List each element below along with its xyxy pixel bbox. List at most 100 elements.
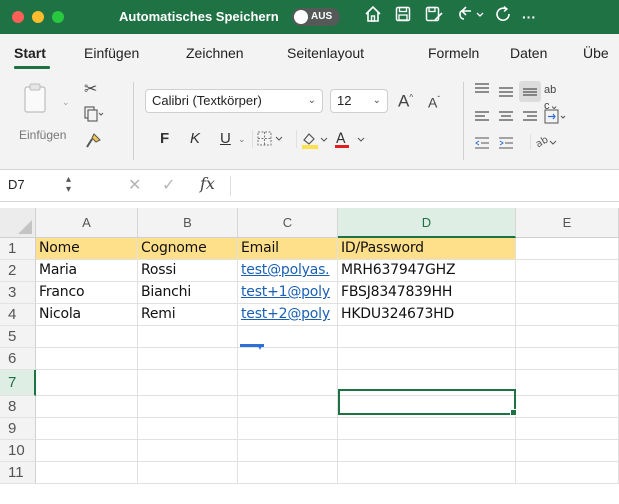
confirm-icon[interactable]: ✓ bbox=[162, 175, 175, 195]
close-window-button[interactable] bbox=[12, 11, 24, 23]
column-header-c[interactable]: C bbox=[238, 208, 338, 238]
cell-e1[interactable] bbox=[516, 238, 619, 260]
cell-b3[interactable]: Bianchi bbox=[138, 282, 238, 304]
tab-zeichnen[interactable]: Zeichnen bbox=[186, 45, 244, 61]
cell-b4[interactable]: Remi bbox=[138, 304, 238, 326]
font-name-select[interactable]: Calibri (Textkörper) ⌄ bbox=[145, 89, 323, 113]
cell-c3[interactable]: test+1@poly bbox=[238, 282, 338, 304]
align-right-icon[interactable] bbox=[522, 110, 538, 127]
cell-e11[interactable] bbox=[516, 462, 619, 484]
grow-font-icon[interactable]: A^ bbox=[398, 90, 413, 110]
cell-e7[interactable] bbox=[516, 370, 619, 396]
cell-c7[interactable] bbox=[238, 370, 338, 396]
cell-a7[interactable] bbox=[36, 370, 138, 396]
copy-icon[interactable] bbox=[84, 106, 104, 125]
cell-c8[interactable] bbox=[238, 396, 338, 418]
cell-d11[interactable] bbox=[338, 462, 516, 484]
cell-b9[interactable] bbox=[138, 418, 238, 440]
cell-c4[interactable]: test+2@poly bbox=[238, 304, 338, 326]
decrease-indent-icon[interactable] bbox=[474, 136, 490, 153]
bold-button[interactable]: F bbox=[160, 130, 169, 147]
paste-icon[interactable] bbox=[23, 82, 49, 114]
cell-a11[interactable] bbox=[36, 462, 138, 484]
italic-button[interactable]: K bbox=[190, 130, 200, 147]
paste-dropdown-icon[interactable]: ⌄ bbox=[62, 94, 70, 110]
cell-d9[interactable] bbox=[338, 418, 516, 440]
cell-c2[interactable]: test@polyas. bbox=[238, 260, 338, 282]
merge-cells-icon[interactable] bbox=[544, 109, 568, 128]
redo-icon[interactable] bbox=[495, 5, 513, 29]
cell-d2[interactable]: MRH637947GHZ bbox=[338, 260, 516, 282]
cell-a3[interactable]: Franco bbox=[36, 282, 138, 304]
tab-start[interactable]: Start bbox=[14, 45, 46, 61]
cell-e9[interactable] bbox=[516, 418, 619, 440]
cell-b6[interactable] bbox=[138, 348, 238, 370]
autosave-toggle[interactable]: AUS bbox=[292, 8, 340, 26]
cell-e2[interactable] bbox=[516, 260, 619, 282]
format-painter-icon[interactable] bbox=[84, 132, 102, 153]
cell-b1[interactable]: Cognome bbox=[138, 238, 238, 260]
save-as-icon[interactable] bbox=[424, 5, 444, 29]
row-header-1[interactable]: 1 bbox=[0, 238, 36, 260]
save-icon[interactable] bbox=[394, 5, 412, 29]
cell-c1[interactable]: Email bbox=[238, 238, 338, 260]
tab-seitenlayout[interactable]: Seitenlayout bbox=[287, 45, 364, 61]
tab-einfuegen[interactable]: Einfügen bbox=[84, 45, 139, 61]
cell-e3[interactable] bbox=[516, 282, 619, 304]
cell-d5[interactable] bbox=[338, 326, 516, 348]
borders-icon[interactable] bbox=[251, 130, 286, 151]
cell-d3[interactable]: FBSJ8347839HH bbox=[338, 282, 516, 304]
column-header-b[interactable]: B bbox=[138, 208, 238, 238]
cell-a5[interactable] bbox=[36, 326, 138, 348]
cell-a1[interactable]: Nome bbox=[36, 238, 138, 260]
cell-e8[interactable] bbox=[516, 396, 619, 418]
cell-a9[interactable] bbox=[36, 418, 138, 440]
cut-icon[interactable]: ✂ bbox=[84, 82, 97, 98]
row-header-6[interactable]: 6 bbox=[0, 348, 36, 370]
cell-d4[interactable]: HKDU324673HD bbox=[338, 304, 516, 326]
align-top-icon[interactable] bbox=[474, 82, 490, 99]
cell-e10[interactable] bbox=[516, 440, 619, 462]
undo-icon[interactable] bbox=[456, 5, 486, 29]
name-box[interactable]: D7 bbox=[8, 177, 25, 192]
underline-dropdown-icon[interactable]: ⌄ bbox=[238, 134, 246, 145]
font-color-icon[interactable]: A bbox=[332, 130, 372, 153]
font-size-select[interactable]: 12 ⌄ bbox=[330, 89, 388, 113]
row-header-5[interactable]: 5 bbox=[0, 326, 36, 348]
row-header-11[interactable]: 11 bbox=[0, 462, 36, 484]
tab-ueberpruefen[interactable]: Übe bbox=[583, 45, 609, 61]
increase-indent-icon[interactable] bbox=[498, 136, 514, 153]
insert-function-icon[interactable]: fx bbox=[200, 174, 215, 193]
cell-e6[interactable] bbox=[516, 348, 619, 370]
cell-c6[interactable] bbox=[238, 348, 338, 370]
cell-a2[interactable]: Maria bbox=[36, 260, 138, 282]
cell-d1[interactable]: ID/Password bbox=[338, 238, 516, 260]
underline-button[interactable]: U bbox=[220, 130, 231, 147]
cell-c10[interactable] bbox=[238, 440, 338, 462]
row-header-7[interactable]: 7 bbox=[0, 370, 36, 396]
cell-d10[interactable] bbox=[338, 440, 516, 462]
align-left-icon[interactable] bbox=[474, 110, 490, 127]
column-header-a[interactable]: A bbox=[36, 208, 138, 238]
text-orientation-icon[interactable]: ab bbox=[529, 134, 560, 153]
tab-formeln[interactable]: Formeln bbox=[428, 45, 479, 61]
cell-c9[interactable] bbox=[238, 418, 338, 440]
row-header-2[interactable]: 2 bbox=[0, 260, 36, 282]
formula-input[interactable] bbox=[230, 176, 610, 196]
home-icon[interactable] bbox=[364, 5, 382, 29]
column-header-e[interactable]: E bbox=[516, 208, 619, 238]
cell-d6[interactable] bbox=[338, 348, 516, 370]
cell-e5[interactable] bbox=[516, 326, 619, 348]
cell-a8[interactable] bbox=[36, 396, 138, 418]
fill-handle[interactable] bbox=[510, 409, 517, 416]
column-header-d[interactable]: D bbox=[338, 208, 516, 238]
row-header-8[interactable]: 8 bbox=[0, 396, 36, 418]
cell-a10[interactable] bbox=[36, 440, 138, 462]
fill-color-icon[interactable] bbox=[295, 130, 330, 153]
cell-b10[interactable] bbox=[138, 440, 238, 462]
cell-b8[interactable] bbox=[138, 396, 238, 418]
select-all-button[interactable] bbox=[0, 208, 36, 238]
align-bottom-icon[interactable] bbox=[519, 81, 541, 102]
cell-b2[interactable]: Rossi bbox=[138, 260, 238, 282]
shrink-font-icon[interactable]: Aˇ bbox=[428, 92, 440, 111]
